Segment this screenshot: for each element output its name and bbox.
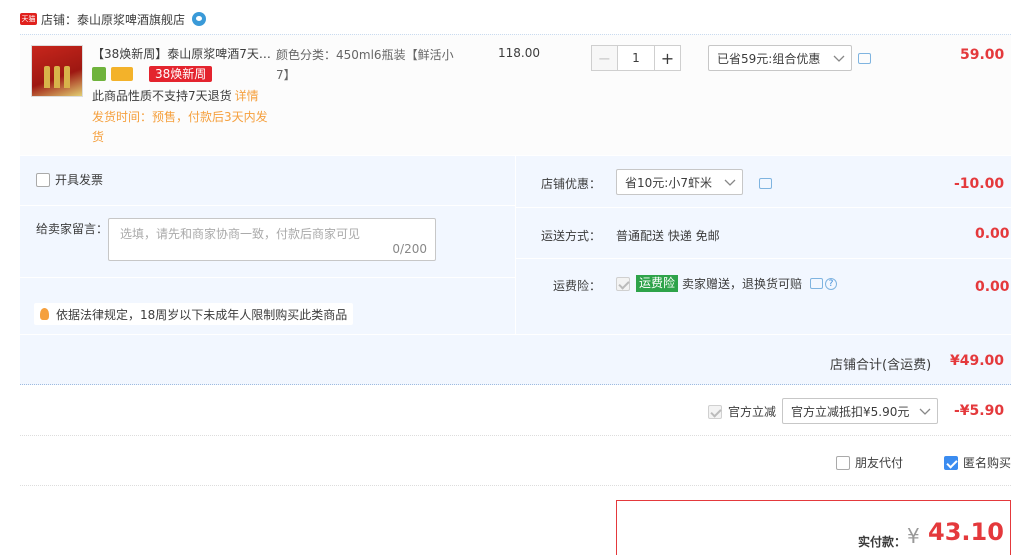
friend-pay-label: 朋友代付 (855, 456, 904, 470)
store-total-label: 店铺合计(含运费) (830, 358, 932, 373)
quantity-decrease-button[interactable]: − (591, 45, 618, 71)
insurance-label: 运费险： (553, 279, 602, 293)
item-subtotal: 59.00 (960, 47, 1005, 63)
product-title-link[interactable]: 【38焕新周】泰山原浆啤酒7天… (92, 45, 272, 62)
promo-tag: 38焕新周 (149, 66, 213, 82)
official-discount-amount: -¥5.90 (954, 403, 1005, 419)
no-return-notice: 此商品性质不支持7天退货 详情 (92, 89, 259, 103)
store-prefix: 店铺： (41, 12, 78, 27)
insurance-text: 卖家赠送，退换货可赔 (682, 277, 803, 291)
store-header: 天猫 店铺： 泰山原浆啤酒旗舰店 (20, 10, 207, 28)
shipping-label: 运送方式： (541, 229, 602, 243)
official-discount-select[interactable]: 官方立减抵扣¥5.90元 (782, 398, 938, 424)
shop-coupon-amount: -10.00 (954, 176, 1005, 192)
message-char-count: 0/200 (392, 242, 427, 256)
quantity-stepper: − 1 + (591, 45, 681, 71)
message-label: 给卖家留言： (36, 222, 109, 236)
divider (516, 258, 1011, 259)
seller-message-textarea[interactable]: 选填，请先和商家协商一致，付款后商家可见 0/200 (108, 218, 436, 261)
unit-price: 118.00 (498, 46, 540, 60)
quantity-increase-button[interactable]: + (654, 45, 681, 71)
quantity-input[interactable]: 1 (618, 45, 654, 71)
shop-coupon-label: 店铺优惠： (541, 177, 602, 191)
chevron-down-icon (827, 46, 851, 70)
item-discount-select[interactable]: 已省59元:组合优惠 (708, 45, 852, 71)
divider (516, 207, 1011, 208)
invoice-option[interactable]: 开具发票 (36, 171, 103, 188)
wangwang-icon[interactable] (192, 12, 207, 26)
chevron-down-icon (913, 399, 937, 423)
insurance-option: 运费险 卖家赠送，退换货可赔 ? (616, 275, 838, 292)
help-icon[interactable]: ? (825, 277, 838, 290)
friend-pay-option[interactable]: 朋友代付 (836, 454, 903, 471)
divider (20, 485, 1011, 486)
payment-amount: 43.10 (928, 518, 1004, 546)
chat-icon[interactable] (858, 53, 871, 64)
credit-card-icon (111, 67, 133, 81)
product-thumbnail[interactable] (31, 45, 83, 97)
divider (20, 277, 515, 278)
anonymous-buy-option[interactable]: 匿名购买 (944, 454, 1011, 471)
bulb-icon (40, 308, 49, 320)
product-spec: 颜色分类：450ml6瓶装【鲜活小7】 (276, 48, 454, 82)
official-discount-label: 官方立减 (728, 405, 777, 419)
payment-label: 实付款： (858, 535, 907, 549)
detail-link[interactable]: 详情 (235, 89, 259, 103)
shipping-amount: 0.00 (975, 226, 1010, 242)
message-placeholder: 选填，请先和商家协商一致，付款后商家可见 (120, 227, 361, 241)
shop-coupon-select[interactable]: 省10元:小7虾米 (616, 169, 743, 195)
official-discount-option: 官方立减 (708, 403, 776, 420)
store-name-link[interactable]: 泰山原浆啤酒旗舰店 (77, 11, 185, 28)
divider (515, 156, 516, 334)
store-total-amount: ¥49.00 (950, 353, 1005, 369)
chat-icon[interactable] (810, 278, 824, 289)
insurance-checkbox (616, 276, 630, 291)
cart-item-row: 【38焕新周】泰山原浆啤酒7天… 38焕新周 此商品性质不支持7天退货 详情 发货… (20, 34, 1011, 155)
service-icons: 38焕新周 (92, 66, 213, 82)
invoice-label: 开具发票 (55, 173, 104, 187)
divider (20, 205, 515, 206)
official-discount-checkbox (708, 404, 722, 419)
chat-icon[interactable] (759, 178, 772, 189)
shipping-method: 普通配送 快递 免邮 (616, 229, 720, 243)
anonymous-buy-checkbox[interactable] (944, 455, 958, 470)
insurance-amount: 0.00 (975, 279, 1010, 295)
anonymous-buy-label: 匿名购买 (963, 456, 1012, 470)
payment-currency: ¥ (907, 524, 920, 548)
age-restriction-note: 依据法律规定，18周岁以下未成年人限制购买此类商品 (34, 303, 354, 325)
ship-time: 发货时间：预售，付款后3天内发货 (92, 110, 268, 144)
insurance-tag: 运费险 (636, 275, 679, 292)
chevron-down-icon (718, 170, 742, 194)
invoice-checkbox[interactable] (36, 172, 50, 187)
guarantee-icon (92, 67, 106, 81)
tmall-icon: 天猫 (20, 13, 37, 25)
friend-pay-checkbox[interactable] (836, 455, 850, 470)
